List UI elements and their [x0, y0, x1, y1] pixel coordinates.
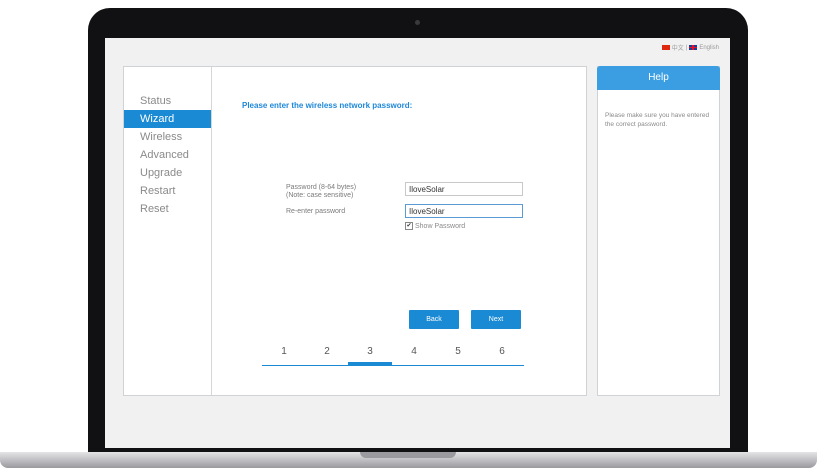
camera-icon	[415, 20, 420, 25]
reenter-password-label: Re-enter password	[286, 208, 346, 215]
sidebar-item-restart[interactable]: Restart	[124, 182, 211, 200]
sidebar-item-reset[interactable]: Reset	[124, 200, 211, 218]
next-button[interactable]: Next	[471, 310, 521, 329]
password-input[interactable]	[405, 182, 523, 196]
language-bar: 中文 | English	[661, 43, 719, 52]
show-password-toggle[interactable]: ✔ Show Password	[405, 222, 465, 230]
password-label-line2: (Note: case sensitive)	[286, 192, 354, 199]
step-4: 4	[411, 346, 417, 357]
help-panel: Help Please make sure you have entered t…	[597, 66, 720, 396]
laptop-notch	[360, 452, 456, 458]
language-separator: |	[685, 44, 688, 51]
sidebar-nav: Status Wizard Wireless Advanced Upgrade …	[124, 67, 212, 395]
step-6: 6	[499, 346, 505, 357]
step-5: 5	[455, 346, 461, 357]
main-panel: Status Wizard Wireless Advanced Upgrade …	[123, 66, 587, 396]
page-title: Please enter the wireless network passwo…	[242, 101, 413, 110]
step-3: 3	[367, 346, 373, 357]
screen: 中文 | English Status Wizard Wireless Adva…	[105, 38, 730, 448]
sidebar-item-wireless[interactable]: Wireless	[124, 128, 211, 146]
language-chinese[interactable]: 中文	[672, 43, 684, 52]
checkbox-checked-icon[interactable]: ✔	[405, 222, 413, 230]
password-label-line1: Password (8-64 bytes)	[286, 184, 357, 191]
help-title: Help	[597, 66, 720, 90]
sidebar-item-advanced[interactable]: Advanced	[124, 146, 211, 164]
show-password-label: Show Password	[415, 222, 466, 230]
reenter-password-input[interactable]	[405, 204, 523, 218]
sidebar-item-upgrade[interactable]: Upgrade	[124, 164, 211, 182]
step-active-indicator	[348, 362, 392, 366]
back-button[interactable]: Back	[409, 310, 459, 329]
wizard-content: Please enter the wireless network passwo…	[212, 67, 586, 395]
step-1: 1	[281, 346, 287, 357]
uk-flag-icon[interactable]	[689, 45, 698, 50]
step-2: 2	[324, 346, 330, 357]
china-flag-icon[interactable]	[661, 45, 670, 50]
password-label: Password (8-64 bytes) (Note: case sensit…	[286, 184, 356, 200]
step-progress-line	[262, 365, 524, 366]
language-english[interactable]: English	[699, 45, 719, 51]
sidebar-item-status[interactable]: Status	[124, 92, 211, 110]
sidebar-item-wizard[interactable]: Wizard	[124, 110, 211, 128]
wizard-steps: 1 2 3 4 5 6	[262, 346, 524, 366]
help-text: Please make sure you have entered the co…	[605, 112, 710, 128]
